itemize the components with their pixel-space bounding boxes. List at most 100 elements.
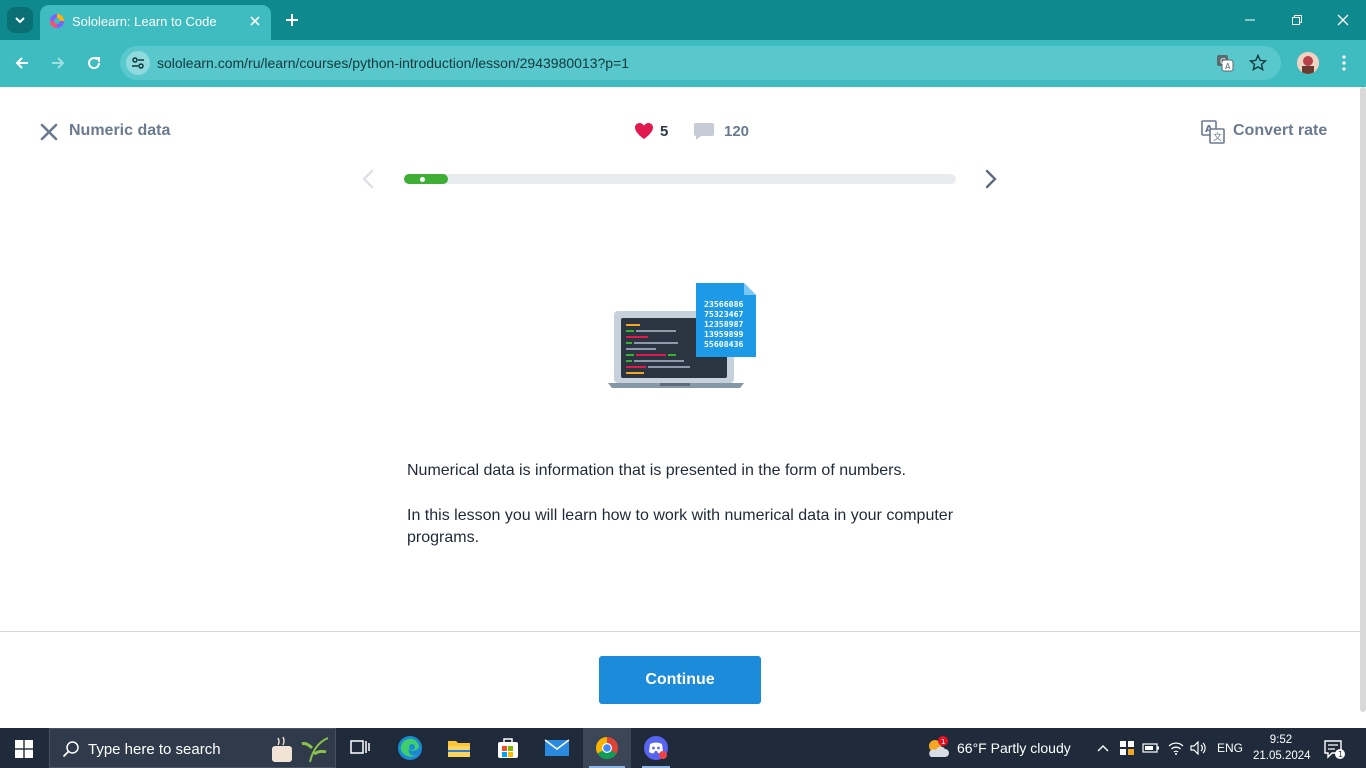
clock-time: 9:52 (1269, 734, 1293, 746)
progress-fill (404, 174, 449, 184)
tune-icon (132, 57, 144, 69)
weather-text[interactable]: 66°F Partly cloudy (957, 740, 1071, 756)
taskbar-discord[interactable] (632, 728, 680, 768)
tab-search-button[interactable] (7, 7, 33, 33)
illustration-number-line: 55608436 (704, 339, 744, 349)
browser-tab-bar: Sololearn: Learn to Code (0, 0, 1366, 40)
laptop-numbers-illustration: 23566086 75323467 12358987 13959899 55608436 (608, 283, 756, 388)
close-window-button[interactable] (1333, 10, 1353, 30)
search-placeholder: Type here to search (88, 741, 221, 758)
restore-icon (1292, 15, 1302, 25)
tab-close-button[interactable] (247, 13, 263, 29)
illustration-numbers: 23566086 75323467 12358987 13959899 55608436 (704, 299, 744, 349)
minimize-icon (1245, 19, 1255, 21)
input-language[interactable]: ENG (1217, 741, 1243, 755)
weather-badge: 1 (941, 738, 945, 746)
restore-button[interactable] (1287, 10, 1307, 30)
site-info-button[interactable] (126, 51, 150, 75)
profile-avatar[interactable] (1297, 52, 1319, 74)
system-clock[interactable]: 9:52 21.05.2024 (1253, 732, 1311, 764)
chevron-up-icon (1097, 745, 1109, 752)
minimize-button[interactable] (1240, 10, 1260, 30)
chevron-down-icon (15, 17, 25, 24)
heart-icon (635, 123, 653, 139)
sololearn-favicon-icon (50, 14, 64, 28)
taskbar-chrome[interactable] (583, 728, 631, 768)
comments-count[interactable]: 120 (724, 123, 749, 140)
mail-icon (544, 739, 570, 756)
task-view-button[interactable] (336, 728, 384, 768)
illustration-number-line: 75323467 (704, 309, 744, 319)
windows-taskbar: Type here to search 1 66°F Partly cloudy… (0, 728, 1366, 768)
reload-icon (88, 57, 101, 70)
lesson-progress-bar (404, 174, 956, 184)
notification-count: 1 (1338, 750, 1343, 759)
search-highlight-art-icon (272, 736, 329, 763)
chevron-left-icon[interactable] (360, 168, 376, 190)
taskbar-file-explorer[interactable] (435, 728, 483, 768)
avatar-image-icon (1297, 52, 1319, 74)
illustration-number-line: 13959899 (704, 329, 744, 339)
browser-tab-active[interactable]: Sololearn: Learn to Code (40, 5, 271, 40)
task-view-icon (350, 740, 370, 754)
address-bar[interactable]: sololearn.com/ru/learn/courses/python-in… (120, 46, 1281, 80)
close-icon (1337, 14, 1349, 26)
comment-icon[interactable] (693, 122, 715, 142)
back-button[interactable] (11, 52, 33, 74)
clock-date: 21.05.2024 (1253, 750, 1311, 762)
svg-text:文: 文 (1213, 131, 1222, 143)
show-hidden-icons-button[interactable] (1094, 739, 1112, 757)
windows-start-icon[interactable] (15, 740, 33, 758)
svg-text:A: A (1225, 62, 1231, 71)
lesson-paragraph-2: In this lesson you will learn how to wor… (407, 507, 954, 546)
footer-divider (0, 631, 1360, 632)
star-icon (1249, 54, 1267, 72)
tab-title: Sololearn: Learn to Code (72, 14, 217, 29)
edge-icon (398, 736, 422, 760)
lesson-title: Numeric data (69, 122, 171, 139)
battery-icon (1142, 743, 1159, 753)
lesson-paragraph-1: Numerical data is information that is pr… (407, 462, 906, 479)
lesson-text: Numerical data is information that is pr… (407, 460, 967, 572)
translate-icon[interactable]: A文 (1201, 120, 1225, 144)
progress-marker (420, 177, 425, 182)
microsoft-store-icon (498, 738, 518, 758)
close-icon (250, 16, 260, 26)
continue-button[interactable]: Continue (599, 656, 761, 704)
url-text: sololearn.com/ru/learn/courses/python-in… (157, 55, 630, 71)
chrome-icon (596, 737, 618, 759)
taskbar-mail[interactable] (533, 728, 581, 768)
taskbar-edge[interactable] (386, 728, 434, 768)
google-translate-icon: GA (1217, 55, 1234, 72)
battery-tray-button[interactable] (1142, 739, 1160, 757)
arrow-left-icon (15, 57, 28, 69)
search-icon (62, 741, 79, 758)
chevron-right-icon[interactable] (983, 168, 999, 190)
reload-button[interactable] (83, 52, 105, 74)
network-tray-button[interactable] (1167, 739, 1185, 757)
wifi-icon (1168, 742, 1184, 755)
browser-menu-button[interactable] (1334, 52, 1354, 74)
taskbar-store[interactable] (484, 728, 532, 768)
notification-center-icon[interactable]: 1 (1323, 738, 1345, 760)
bookmark-button[interactable] (1248, 53, 1268, 73)
partly-cloudy-icon[interactable]: 1 (925, 735, 951, 761)
close-lesson-icon[interactable] (40, 123, 58, 141)
windows-security-icon (1120, 741, 1134, 755)
forward-button[interactable] (47, 52, 69, 74)
discord-icon (644, 736, 668, 760)
volume-tray-button[interactable] (1190, 739, 1208, 757)
folder-icon (448, 741, 470, 757)
translate-page-button[interactable]: GA (1215, 53, 1235, 73)
browser-toolbar: sololearn.com/ru/learn/courses/python-in… (0, 40, 1366, 87)
lives-count: 5 (660, 123, 669, 140)
page-scrollbar[interactable] (1360, 87, 1366, 712)
arrow-right-icon (52, 57, 65, 69)
taskbar-search-box[interactable]: Type here to search (49, 728, 336, 768)
illustration-number-line: 12358987 (704, 319, 744, 329)
lesson-page: Numeric data 5 120 A文 Convert rate 23566… (0, 87, 1366, 728)
new-tab-button[interactable] (282, 10, 302, 30)
plus-icon (286, 14, 298, 26)
convert-rate-link[interactable]: Convert rate (1233, 122, 1327, 140)
security-tray-button[interactable] (1118, 739, 1136, 757)
